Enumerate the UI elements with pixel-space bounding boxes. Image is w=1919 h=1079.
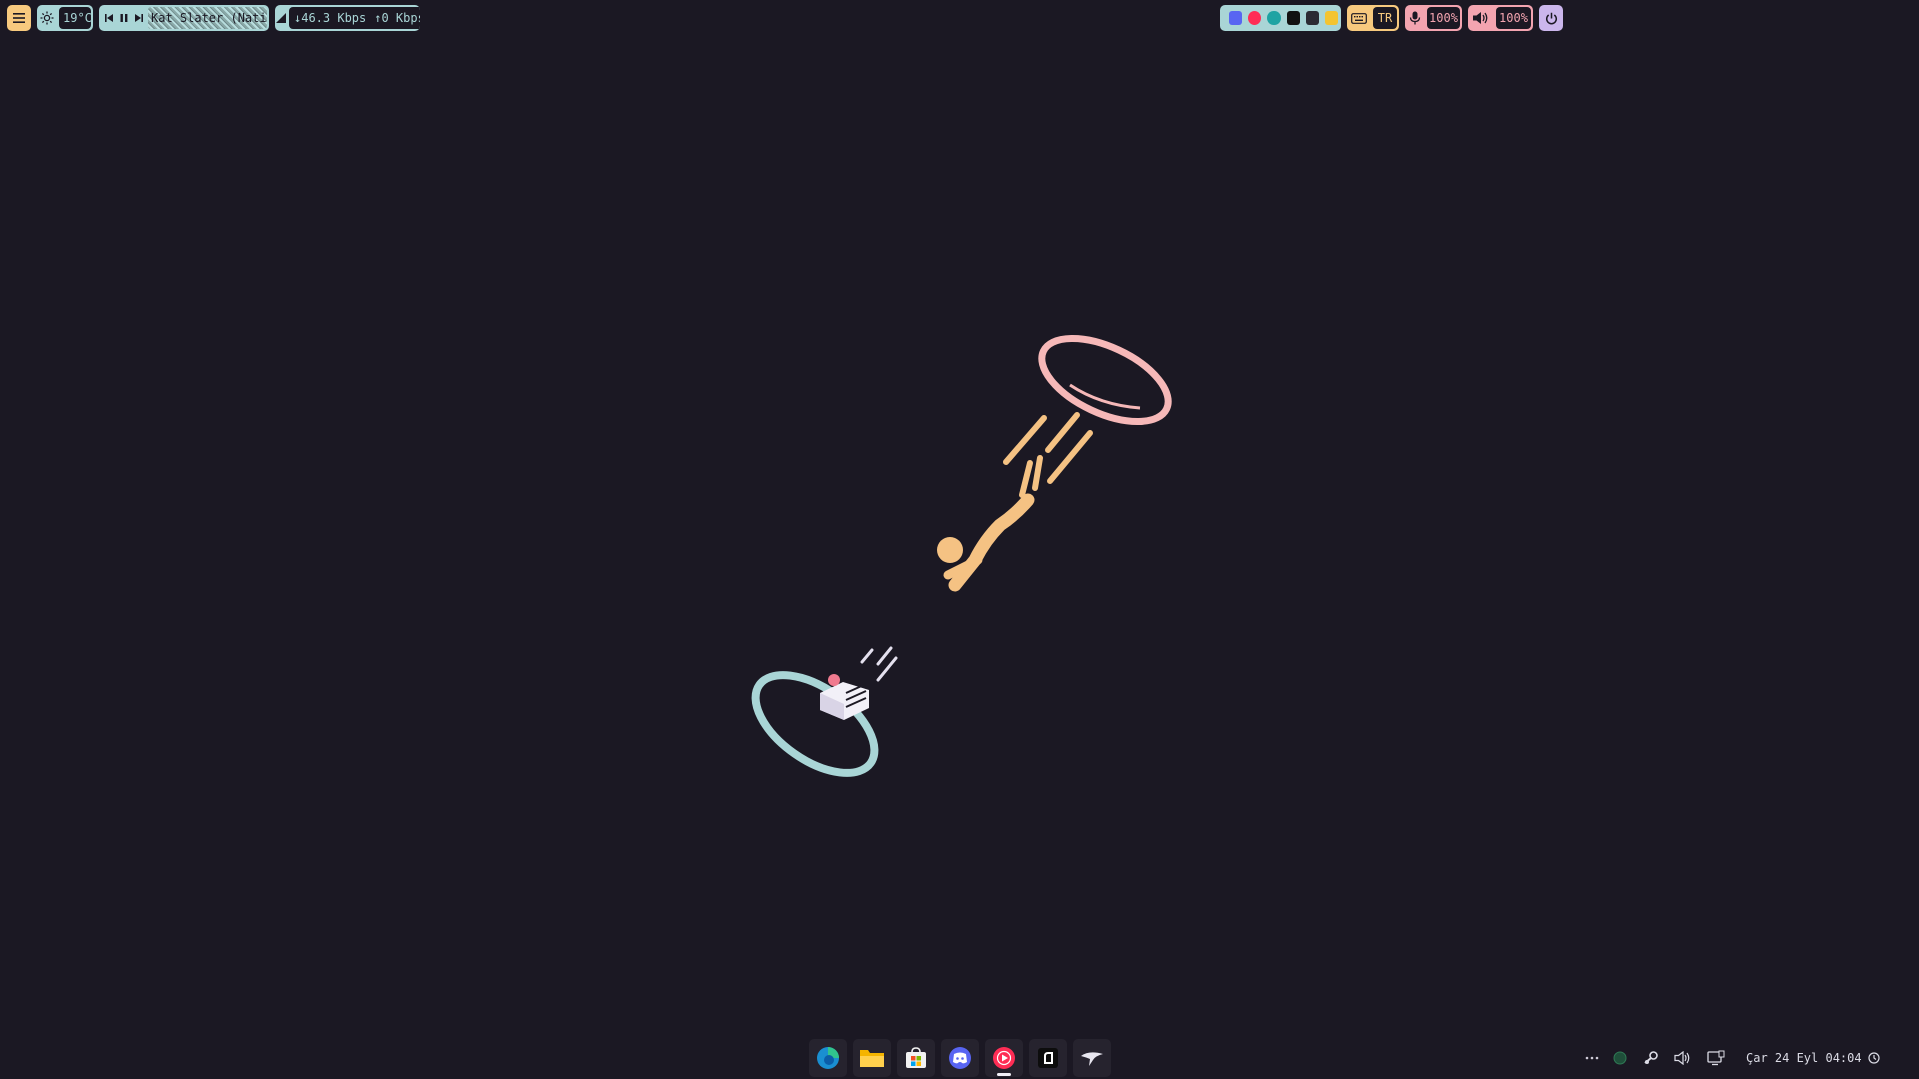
volume-icon [1674, 1051, 1690, 1065]
overflow-button[interactable] [1582, 1048, 1602, 1068]
network-tray-button[interactable] [1706, 1048, 1726, 1068]
cake [820, 646, 898, 720]
steam-tray-button[interactable] [1641, 1048, 1661, 1068]
store-icon [906, 1047, 926, 1068]
edge-icon [817, 1047, 839, 1069]
taskbar-store-button[interactable] [897, 1039, 935, 1077]
clock-button[interactable]: Çar 24 Eyl 04:04 [1746, 1048, 1880, 1068]
taskbar-file-explorer-button[interactable] [853, 1039, 891, 1077]
wallpaper-portal-art [751, 335, 1172, 777]
app-icon [1038, 1048, 1058, 1068]
discord-icon [949, 1047, 971, 1069]
more-icon [1585, 1056, 1599, 1060]
clock-icon [1867, 1052, 1880, 1064]
taskbar-discord-button[interactable] [941, 1039, 979, 1077]
falling-figure [943, 412, 1093, 592]
figure-head [937, 537, 963, 563]
youtube-music-icon [993, 1047, 1015, 1069]
active-indicator [997, 1073, 1011, 1076]
taskbar-bird-app-button[interactable] [1073, 1039, 1111, 1077]
taskbar-youtube-music-button[interactable] [985, 1039, 1023, 1077]
volume-tray-button[interactable] [1673, 1048, 1693, 1068]
taskbar-app-button[interactable] [1029, 1039, 1067, 1077]
steam-icon [1644, 1051, 1658, 1064]
pink-portal [1038, 335, 1172, 425]
status-circle-icon [1613, 1051, 1627, 1065]
clock-text: Çar 24 Eyl 04:04 [1746, 1051, 1862, 1065]
taskbar-edge-button[interactable] [809, 1039, 847, 1077]
blue-portal [751, 671, 879, 777]
status-tray-button[interactable] [1610, 1048, 1630, 1068]
folder-icon [860, 1050, 884, 1067]
bird-icon [1081, 1052, 1103, 1066]
monitor-network-icon [1707, 1050, 1725, 1066]
